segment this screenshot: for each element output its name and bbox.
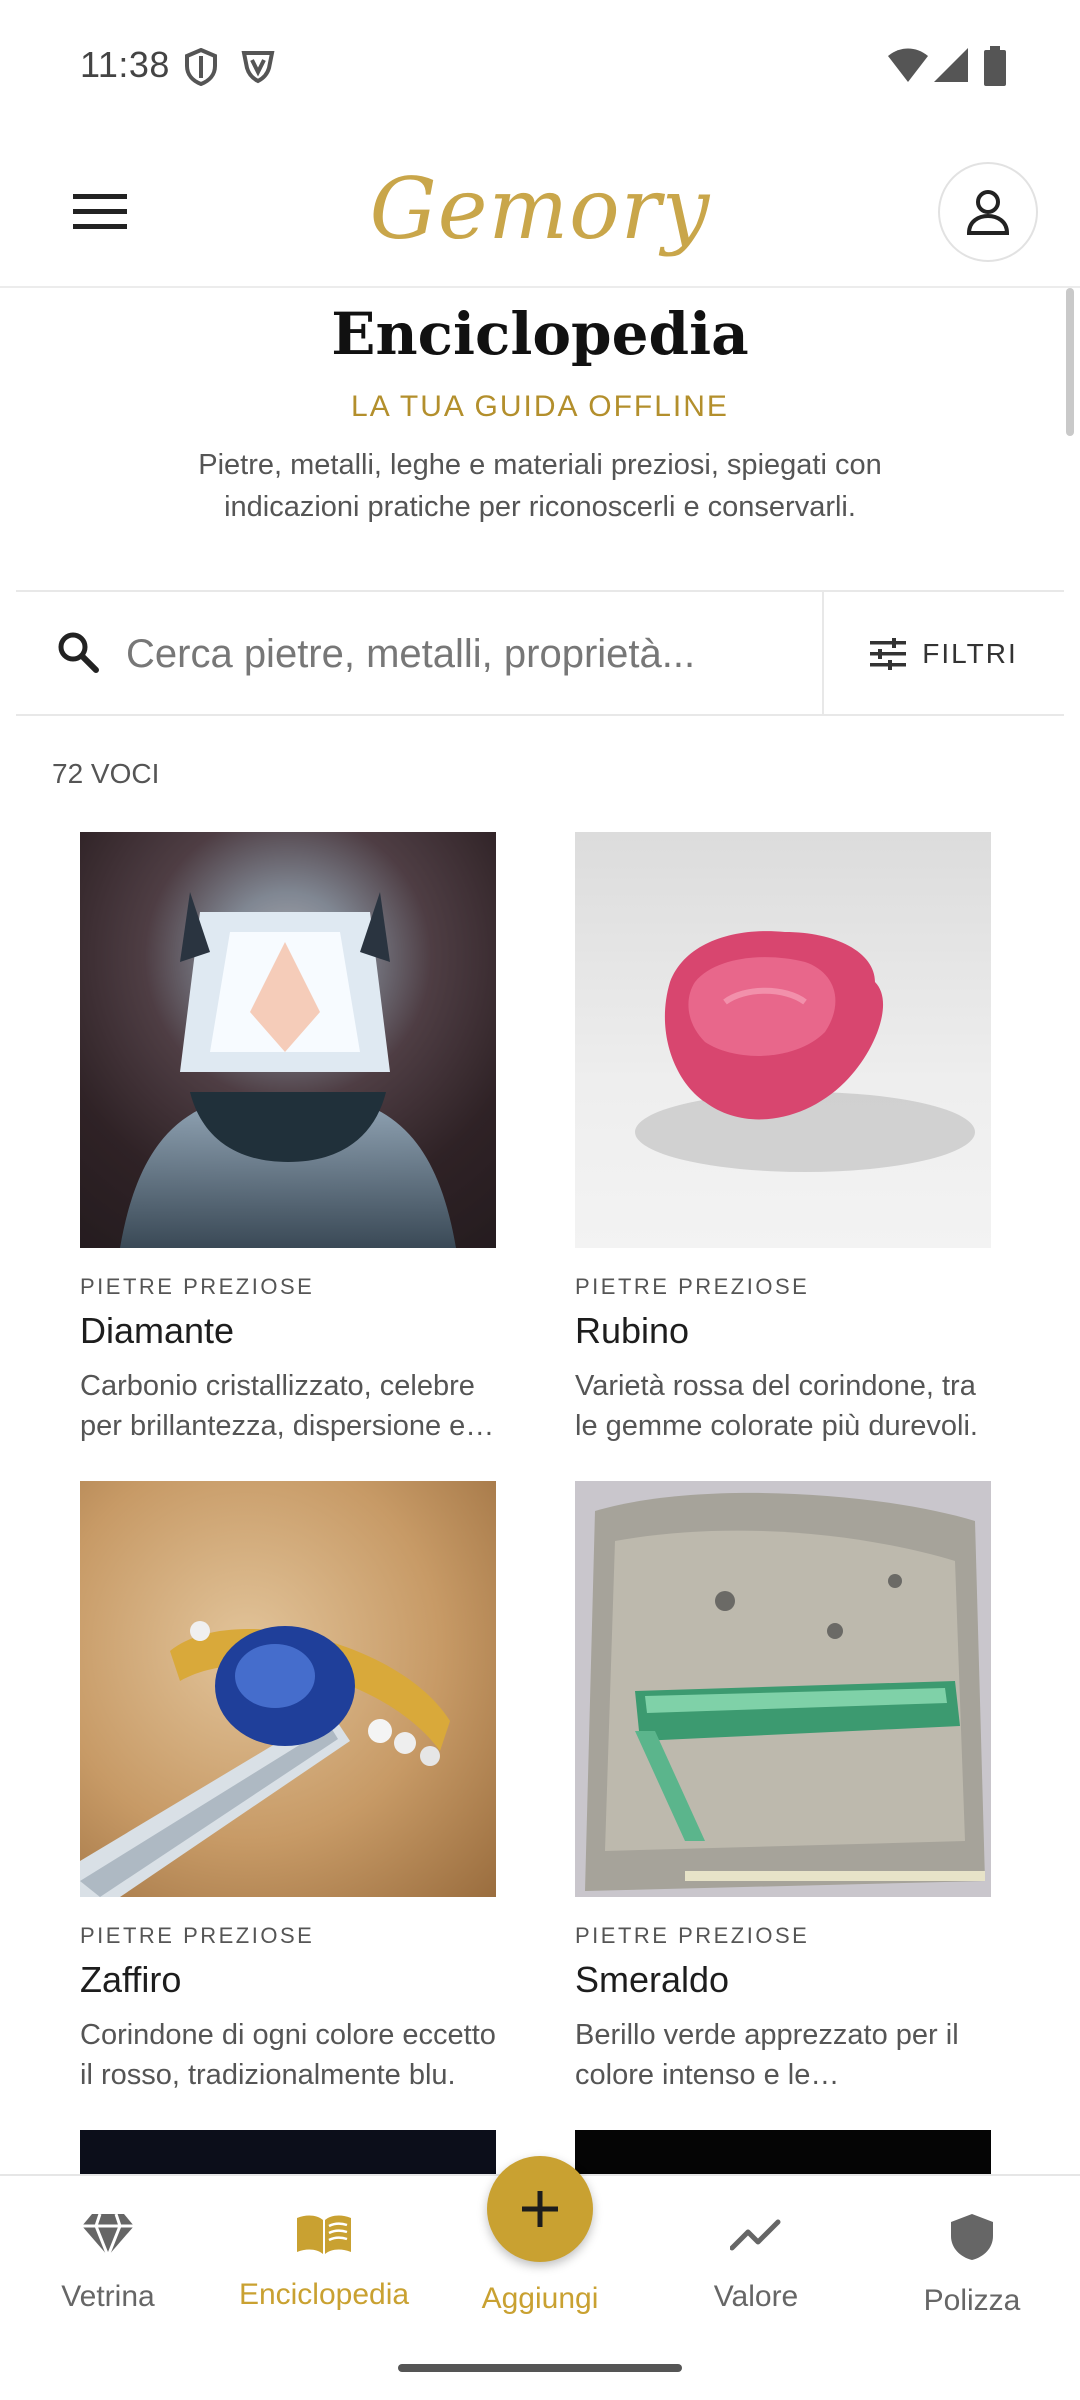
status-time: 11:38 [80, 44, 170, 85]
nav-enciclopedia[interactable]: Enciclopedia [224, 2212, 424, 2312]
card-title: Diamante [80, 1310, 235, 1351]
page-subtitle: LA TUA GUIDA OFFLINE [351, 390, 729, 423]
person-icon [966, 190, 1010, 235]
nav-label: Polizza [923, 2284, 1021, 2317]
battery-icon [984, 46, 1006, 91]
card-title: Rubino [575, 1310, 690, 1351]
card-description: Berillo verde apprezzato per il colore i… [575, 2019, 959, 2091]
nav-valore[interactable]: Valore [656, 2212, 856, 2314]
home-indicator[interactable] [398, 2364, 682, 2372]
nav-vetrina[interactable]: Vetrina [8, 2212, 208, 2314]
diamond-photo [80, 832, 496, 1248]
signal-icon [934, 48, 968, 87]
card-description: Varietà rossa del corindone, tra le gemm… [575, 1370, 978, 1442]
tune-icon [870, 638, 907, 670]
add-button[interactable] [487, 2156, 593, 2262]
filters-button[interactable]: FILTRI [824, 592, 1064, 716]
card-rubino[interactable]: PIETRE PREZIOSE Rubino Varietà rossa del… [575, 832, 991, 1446]
plus-icon [522, 2191, 558, 2227]
nav-label: Vetrina [61, 2280, 155, 2313]
card-category: PIETRE PREZIOSE [575, 1923, 810, 1948]
card-title: Zaffiro [80, 1959, 182, 2000]
app-logo: Gemory [370, 149, 710, 269]
wifi-icon [888, 48, 928, 87]
logo-text: Gemory [369, 160, 711, 258]
results-count: 72 VOCI [52, 758, 160, 789]
menu-button[interactable] [60, 177, 140, 247]
screen: 11:38 Gemory Enciclopedia LA TUA GUIDA O… [0, 0, 1080, 2400]
card-image-partial[interactable] [80, 2130, 496, 2174]
nav-polizza[interactable]: Polizza [872, 2212, 1072, 2318]
page-description: Pietre, metalli, leghe e materiali prezi… [198, 449, 882, 523]
card-description: Carbonio cristallizzato, celebre per bri… [80, 1370, 475, 1442]
search-bar: FILTRI [16, 590, 1064, 716]
search-icon [56, 630, 100, 679]
card-smeraldo[interactable]: PIETRE PREZIOSE Smeraldo Berillo verde a… [575, 1481, 991, 2095]
shield-icon [951, 2214, 993, 2260]
nav-label: Enciclopedia [238, 2278, 410, 2311]
sapphire-photo [80, 1481, 496, 1897]
nav-label: Valore [713, 2280, 799, 2313]
hamburger-menu-icon [73, 194, 127, 229]
page-title: Enciclopedia [331, 300, 749, 368]
card-title: Smeraldo [575, 1959, 730, 2000]
profile-button[interactable] [938, 162, 1038, 262]
filters-label: FILTRI [922, 638, 1018, 669]
add-label: Aggiungi [481, 2282, 599, 2315]
card-category: PIETRE PREZIOSE [575, 1274, 810, 1299]
card-description: Corindone di ogni colore eccetto il ross… [80, 2019, 496, 2091]
card-image-partial[interactable] [575, 2130, 991, 2174]
privacy-shield-icon [184, 47, 218, 91]
book-icon [297, 2215, 351, 2254]
ruby-photo [575, 832, 991, 1248]
card-category: PIETRE PREZIOSE [80, 1274, 315, 1299]
status-bar: 11:38 [0, 0, 1080, 135]
search-input[interactable] [126, 616, 766, 692]
card-zaffiro[interactable]: PIETRE PREZIOSE Zaffiro Corindone di ogn… [80, 1481, 496, 2095]
diamond-icon [82, 2213, 134, 2261]
trend-icon [729, 2219, 781, 2251]
emerald-photo [575, 1481, 991, 1897]
top-app-bar: Gemory [0, 135, 1080, 288]
card-category: PIETRE PREZIOSE [80, 1923, 315, 1948]
card-diamante[interactable]: PIETRE PREZIOSE Diamante Carbonio crista… [80, 832, 496, 1446]
vpn-icon [240, 48, 276, 89]
